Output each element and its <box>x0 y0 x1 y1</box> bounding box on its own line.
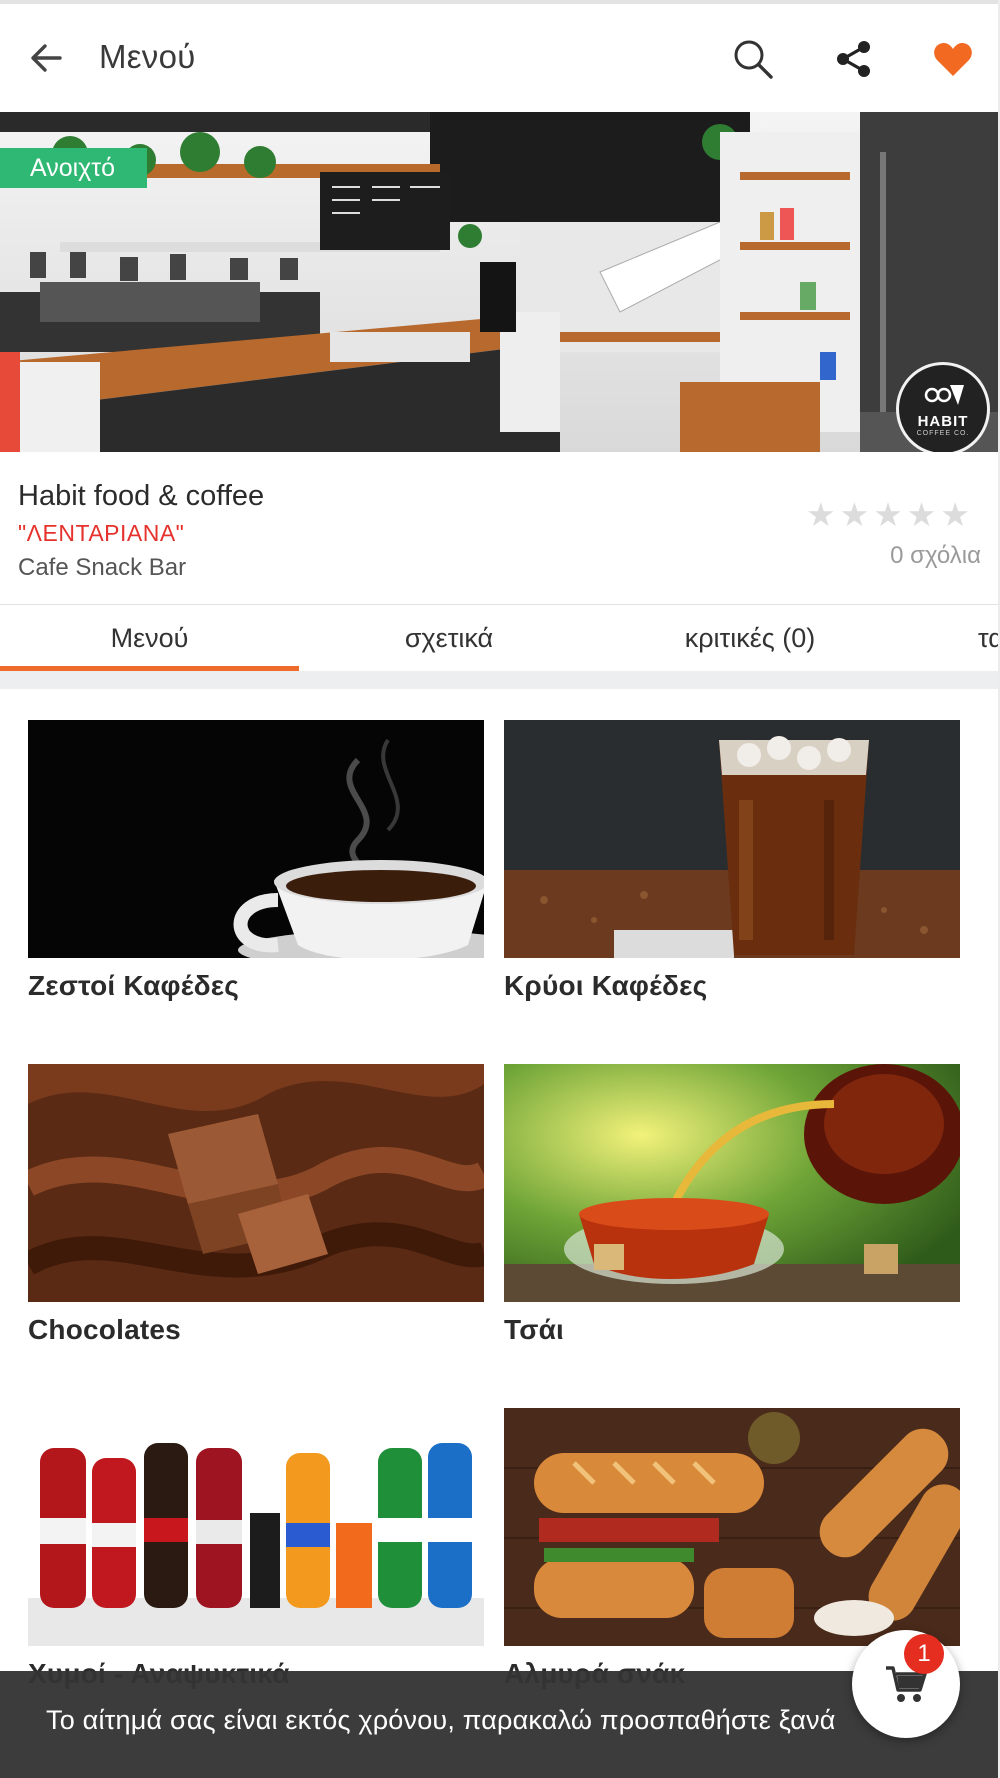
store-cover-image <box>0 112 1000 452</box>
star-icon: ★ <box>839 496 870 533</box>
category-image <box>28 1408 484 1646</box>
app-bar: Μενού <box>0 4 1000 112</box>
status-badge: Ανοιχτό <box>0 148 148 188</box>
logo-subtext: COFFEE CO. <box>916 430 970 437</box>
snackbar-message: Το αίτημά σας είναι εκτός χρόνου, παρακα… <box>46 1705 836 1735</box>
reviews-count[interactable]: 0 σχόλια <box>890 542 981 570</box>
star-icon: ★ <box>940 496 970 533</box>
category-label: Chocolates <box>28 1314 181 1345</box>
menu-category-card[interactable]: Κρύοι Καφέδες <box>504 720 960 1002</box>
menu-category-card[interactable]: Ζεστοί Καφέδες <box>28 720 484 1002</box>
menu-screen: Μενού Ανοιχτό HABIT COFFEE CO. Habit foo… <box>0 0 1000 1778</box>
tab-more[interactable]: τα <box>978 605 1000 671</box>
cart-count-badge: 1 <box>904 1634 944 1674</box>
category-image <box>28 1064 484 1302</box>
category-image <box>504 720 960 958</box>
logo-text: HABIT <box>917 413 969 430</box>
category-label: Τσάι <box>504 1314 564 1345</box>
tab-label: τα <box>978 622 1000 653</box>
star-icon: ★ <box>806 496 836 533</box>
tab-menu[interactable]: Μενού <box>0 605 299 671</box>
menu-category-card[interactable]: Chocolates <box>28 1064 484 1346</box>
page-title: Μενού <box>99 38 196 75</box>
star-icon: ★ <box>873 496 903 533</box>
category-label: Κρύοι Καφέδες <box>504 970 708 1001</box>
menu-category-card[interactable]: Τσάι <box>504 1064 960 1346</box>
category-image <box>28 720 484 958</box>
logo-mark-icon <box>924 385 964 405</box>
tab-label: Μενού <box>110 622 189 653</box>
tabs-divider <box>0 671 1000 689</box>
category-label: Ζεστοί Καφέδες <box>28 970 240 1001</box>
back-button[interactable] <box>22 34 70 82</box>
snackbar: Το αίτημά σας είναι εκτός χρόνου, παρακα… <box>0 1671 1000 1778</box>
share-button[interactable] <box>828 34 878 84</box>
store-category: Cafe Snack Bar <box>18 554 187 581</box>
tab-reviews[interactable]: κριτικές (0) <box>599 605 901 671</box>
share-icon <box>837 41 870 77</box>
rating-stars[interactable]: ★ ★ ★ ★ ★ <box>806 498 970 531</box>
tab-label: κριτικές (0) <box>684 622 816 653</box>
tab-label: σχετικά <box>404 622 494 653</box>
search-icon <box>734 40 773 79</box>
heart-icon <box>934 43 972 76</box>
arrow-left-icon <box>31 44 62 72</box>
store-name: Habit food & coffee <box>18 480 265 512</box>
favorite-button[interactable] <box>928 34 978 84</box>
star-icon: ★ <box>906 496 937 533</box>
search-button[interactable] <box>728 34 778 84</box>
menu-category-card[interactable]: Χυμοί - Αναψυκτικά <box>28 1408 484 1690</box>
cart-button[interactable]: 1 <box>852 1630 960 1738</box>
tab-about[interactable]: σχετικά <box>299 605 599 671</box>
store-logo: HABIT COFFEE CO. <box>896 362 990 456</box>
store-info: Habit food & coffee "ΛΕΝΤΑΡΙΑΝΑ" Cafe Sn… <box>0 452 1000 605</box>
tab-bar: Μενού σχετικά κριτικές (0) τα <box>0 605 1000 671</box>
category-image <box>504 1408 960 1646</box>
store-area: "ΛΕΝΤΑΡΙΑΝΑ" <box>18 520 185 546</box>
category-image <box>504 1064 960 1302</box>
